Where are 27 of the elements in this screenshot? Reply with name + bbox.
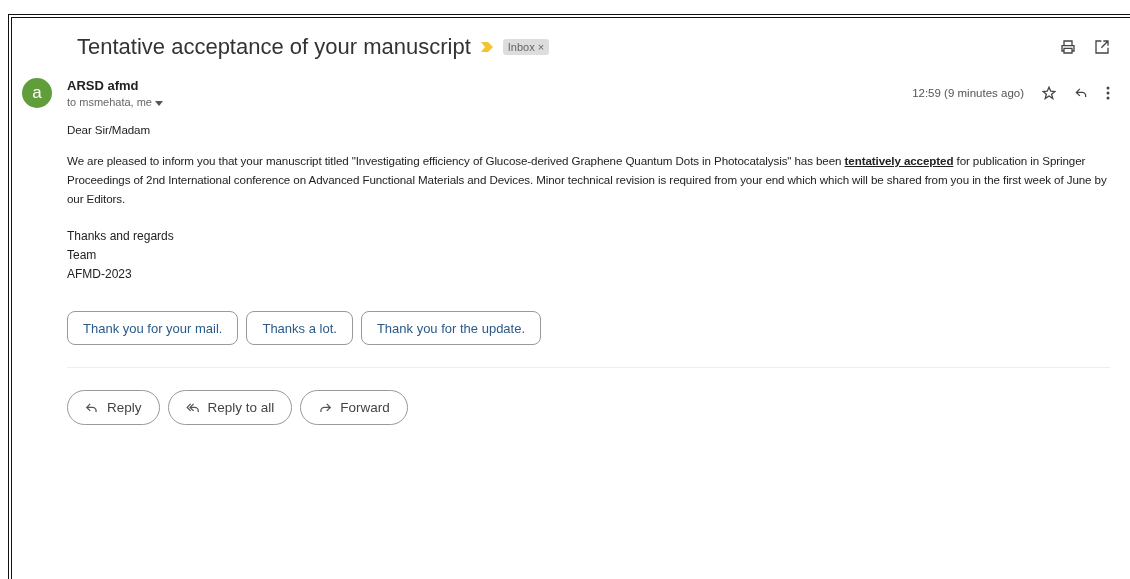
signature-line: AFMD-2023 <box>67 266 133 283</box>
reply-icon[interactable] <box>1074 86 1088 100</box>
email-subject: Tentative acceptance of your manuscript <box>77 34 471 60</box>
action-button[interactable]: Reply to all <box>167 390 293 425</box>
caret-icon <box>155 101 164 106</box>
smart-reply-button[interactable]: Thank you for the update. <box>360 311 542 345</box>
sender-name: ARSD afmd <box>67 78 140 93</box>
importance-marker-icon[interactable] <box>480 42 493 52</box>
message-time: 12:59 (9 minutes ago) <box>912 87 1024 99</box>
body-paragraph: We are pleased to inform you that your manuscript titled "Investigating efficiency of Glucose-derived Graphene Quantum Dots in Photocatalysis" has been tentatively accepted for publication in Springer Proceedings of 2nd International conference on Advanced Functional Materials and Devices. Minor technical revision is required from your end which which will be shared from you in the first week of June by our Editors. <box>67 153 1108 207</box>
smart-reply-button[interactable]: Thank you for your mail. <box>67 311 239 345</box>
reply-all-icon <box>185 401 200 414</box>
open-in-new-window-icon[interactable] <box>1094 39 1110 55</box>
sender-avatar: a <box>22 78 52 108</box>
action-button[interactable]: Reply <box>67 390 160 425</box>
smart-reply-button[interactable]: Thanks a lot. <box>246 311 353 345</box>
action-button[interactable]: Forward <box>300 390 408 425</box>
reply-icon <box>85 401 99 414</box>
body-paragraph: Dear Sir/Madam <box>67 122 151 138</box>
signature-line: Team <box>67 247 98 264</box>
star-icon[interactable] <box>1042 86 1056 100</box>
label-chip[interactable]: Inbox × <box>502 39 550 55</box>
signature-line: Thanks and regards <box>67 228 175 245</box>
forward-icon <box>318 401 333 414</box>
recipients-dropdown[interactable]: to msmehata, me <box>67 96 164 108</box>
more-options-icon[interactable] <box>1106 86 1110 100</box>
print-icon[interactable] <box>1060 39 1076 55</box>
